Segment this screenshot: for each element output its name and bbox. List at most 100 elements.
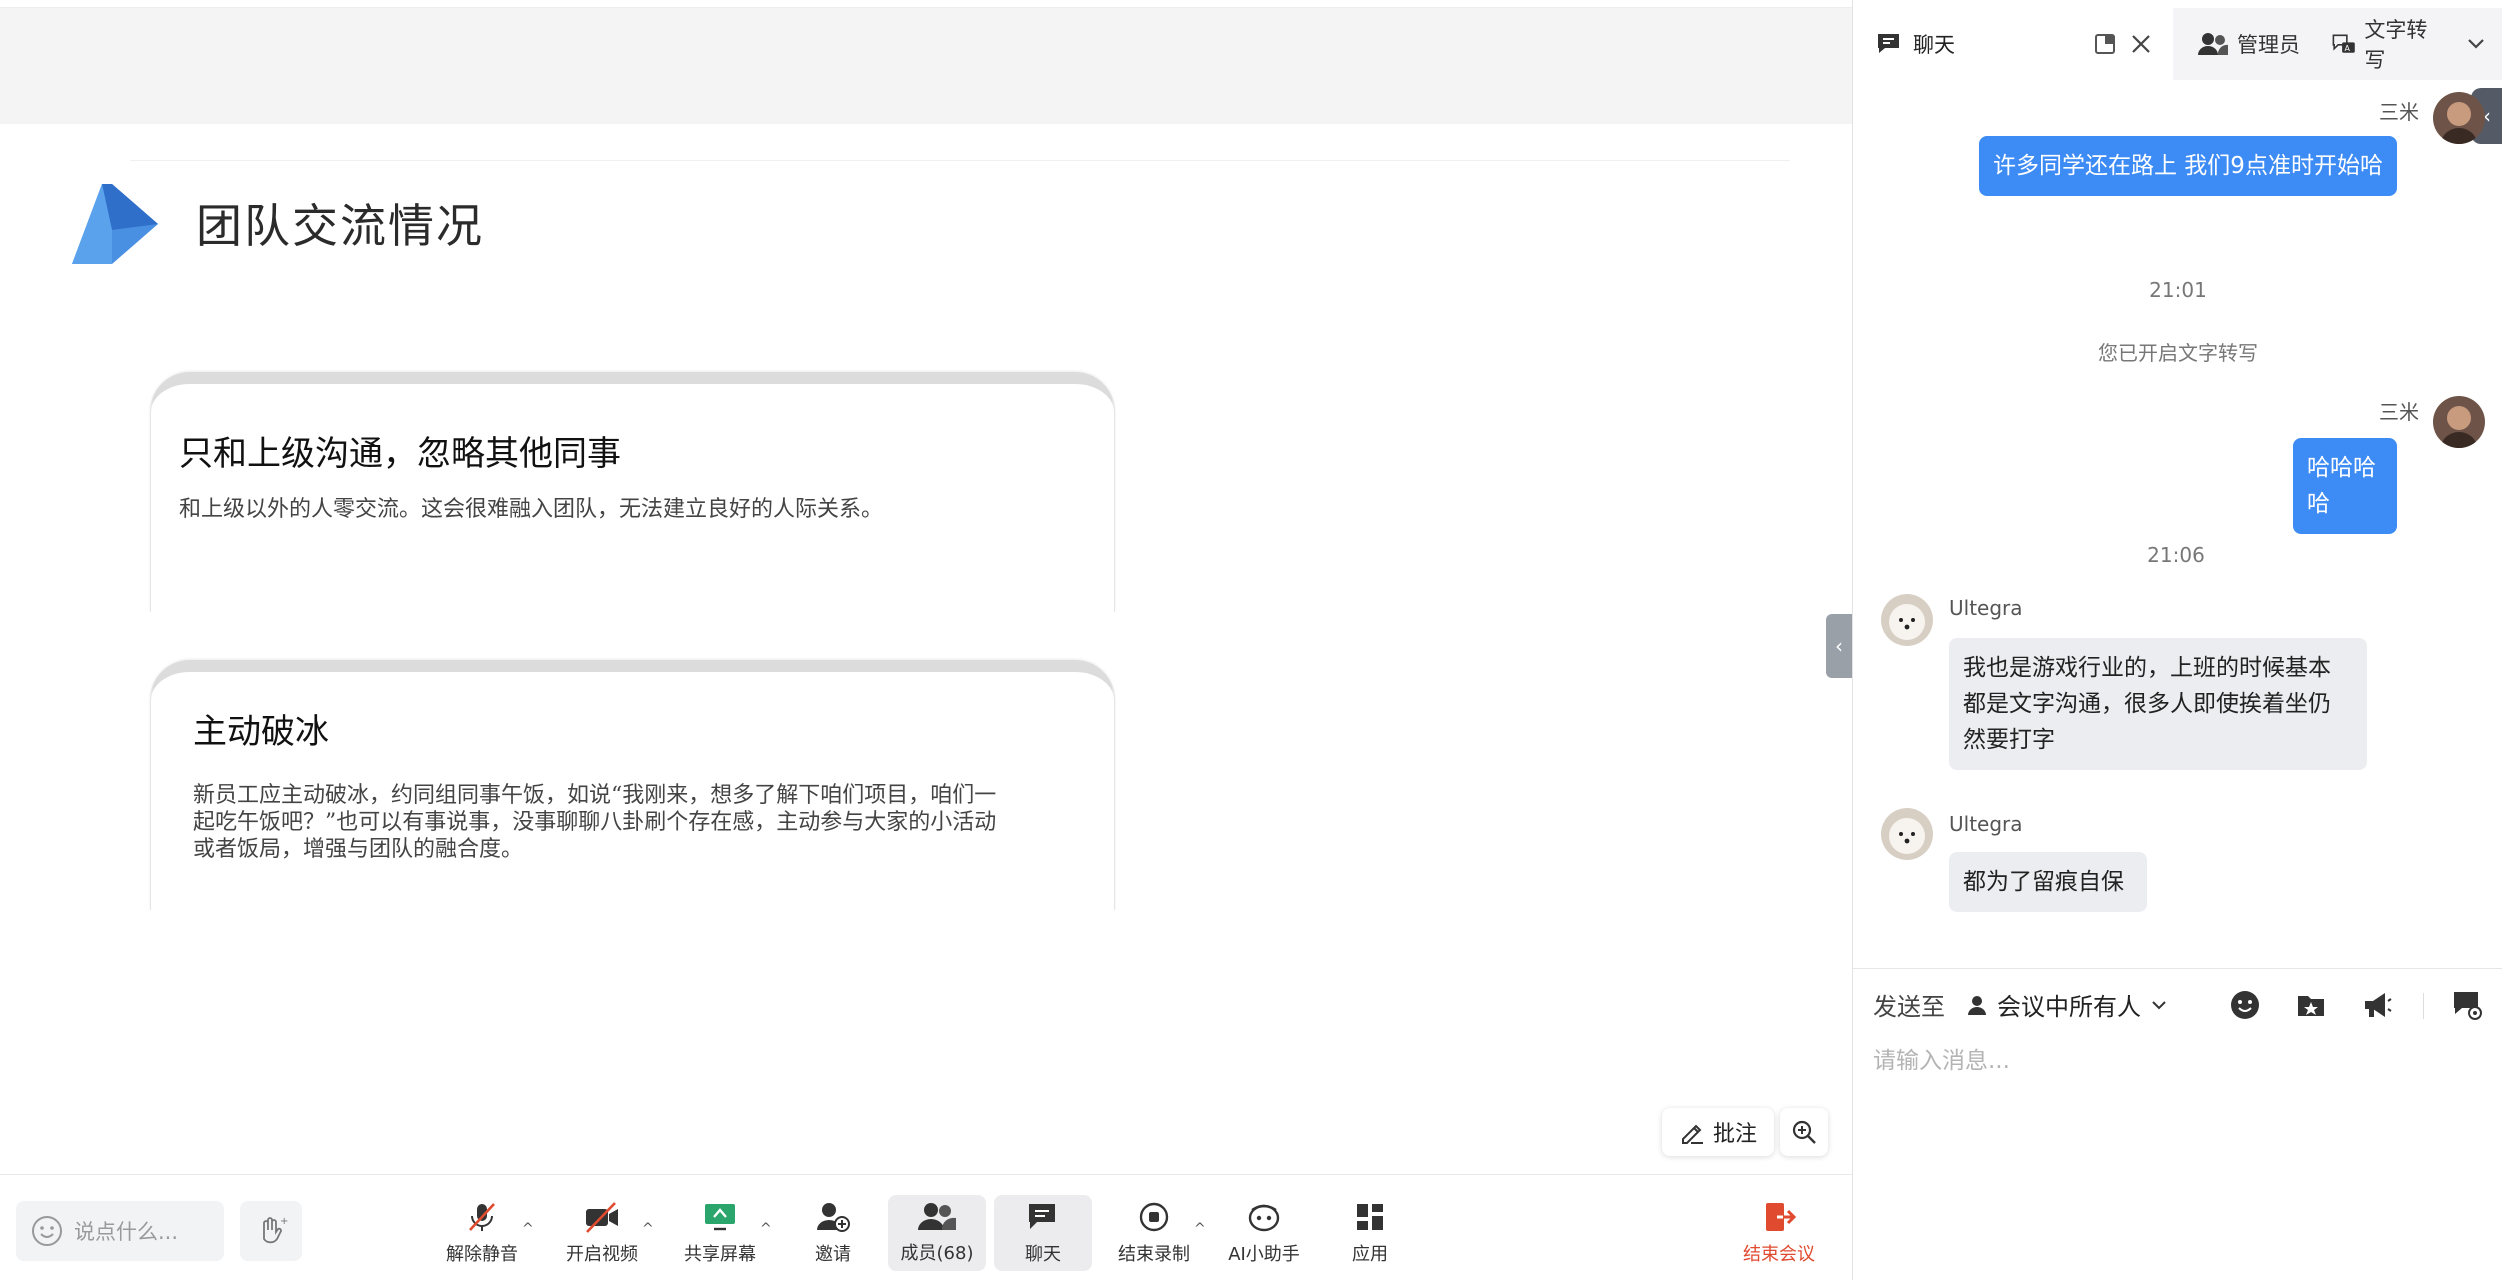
chat-icon [1878, 34, 1899, 53]
tab-manage[interactable]: 管理员 [2197, 8, 2309, 80]
tab-chat-label: 聊天 [1913, 33, 1955, 57]
chat-settings-button[interactable] [2447, 985, 2487, 1025]
folder-icon [2298, 996, 2324, 1016]
add-user-icon [817, 1203, 850, 1232]
message-sender: 三米 [2379, 400, 2419, 424]
time-separator: 21:06 [2147, 543, 2205, 567]
video-strip [0, 8, 1852, 124]
avatar[interactable] [2433, 396, 2485, 448]
transcript-icon: A [2332, 34, 2355, 53]
tab-manage-label: 管理员 [2237, 33, 2300, 57]
top-border [0, 0, 1852, 8]
avatar[interactable] [1881, 808, 1933, 860]
avatar[interactable] [2433, 92, 2485, 144]
card-text: 和上级以外的人零交流。这会很难融入团队，无法建立良好的人际关系。 [179, 497, 884, 522]
chevron-up-icon[interactable]: ^ [1194, 1221, 1206, 1237]
members-label: 成员(68) [900, 1243, 974, 1264]
svg-text:+: + [280, 1216, 288, 1227]
recipient-value: 会议中所有人 [1997, 993, 2141, 1021]
slide-card: 主动破冰 新员工应主动破冰，约同组同事午饭，如说“我刚来，想多了解下咱们项目，咱… [150, 660, 1115, 910]
members-icon [2198, 33, 2228, 55]
chevron-up-icon[interactable]: ^ [760, 1221, 772, 1237]
chat-panel: 聊天 管理员 A 文字转写 ‹ 三米 许多同学还在路上 我们9点准时开始哈 21… [1852, 0, 2502, 1280]
apps-label: 应用 [1352, 1244, 1388, 1265]
user-icon [1968, 995, 1986, 1015]
shared-slide: 团队交流情况 只和上级沟通，忽略其他同事 和上级以外的人零交流。这会很难融入团队… [0, 124, 1852, 1174]
message-input[interactable] [1873, 1041, 2483, 1081]
ai-assistant-button[interactable]: AI小助手 [1228, 1195, 1300, 1271]
chat-settings-icon [2454, 992, 2482, 1020]
end-meeting-button[interactable]: 结束会议 [1742, 1195, 1816, 1271]
chevron-down-icon[interactable] [2465, 32, 2487, 54]
members-icon [918, 1203, 956, 1230]
card-text: 新员工应主动破冰，约同组同事午饭，如说“我刚来，想多了解下咱们项目，咱们一起吃午… [193, 783, 997, 862]
slide-title: 团队交流情况 [196, 199, 484, 253]
apps-grid-icon [1357, 1204, 1383, 1230]
hand-icon: + [263, 1216, 288, 1244]
slide-logo-icon [72, 184, 158, 264]
message-bubble[interactable]: 都为了留痕自保 [1949, 852, 2147, 912]
camera-off-icon [586, 1202, 618, 1233]
avatar[interactable] [1881, 594, 1933, 646]
send-to-label: 发送至 [1873, 993, 1945, 1021]
ai-assistant-label: AI小助手 [1228, 1244, 1300, 1265]
chevron-up-icon[interactable]: ^ [522, 1221, 534, 1237]
chevron-up-icon[interactable]: ^ [642, 1221, 654, 1237]
panel-tabs: 聊天 管理员 A 文字转写 [1853, 8, 2502, 80]
close-icon[interactable] [2129, 32, 2153, 56]
megaphone-icon [2365, 993, 2392, 1017]
card-title: 只和上级沟通，忽略其他同事 [179, 434, 621, 474]
message-bubble[interactable]: 我也是游戏行业的，上班的时候基本都是文字沟通，很多人即使挨着坐仍然要打字 [1949, 638, 2367, 770]
collapse-panel-handle[interactable]: ‹ [1826, 614, 1852, 678]
record-stop-icon [1139, 1202, 1169, 1232]
share-screen-icon [705, 1204, 735, 1231]
apps-button[interactable]: 应用 [1346, 1195, 1394, 1271]
share-screen-button[interactable]: 共享屏幕 [684, 1195, 756, 1271]
invite-button[interactable]: 邀请 [806, 1195, 860, 1271]
annotate-button[interactable]: 批注 [1662, 1108, 1774, 1156]
message-bubble[interactable]: 许多同学还在路上 我们9点准时开始哈 [1979, 136, 2397, 196]
toolbar-divider [2423, 993, 2424, 1019]
exit-icon [1766, 1203, 1797, 1231]
annotate-label: 批注 [1712, 1122, 1757, 1147]
chevron-down-icon [2152, 1000, 2166, 1009]
unmute-label: 解除静音 [446, 1244, 518, 1265]
svg-text:A: A [2344, 44, 2350, 53]
zoom-in-icon [1792, 1120, 1816, 1144]
share-screen-label: 共享屏幕 [684, 1244, 756, 1265]
ai-assistant-icon [1248, 1204, 1280, 1232]
message-bubble[interactable]: 哈哈哈哈 [2293, 438, 2397, 534]
avatar-image-icon [2433, 396, 2485, 448]
chat-button[interactable]: 聊天 [994, 1195, 1092, 1271]
meeting-toolbar: 说点什么... + 解除静音 ^ 开启视频 ^ 共享屏幕 ^ 邀请 成员(68)… [0, 1174, 1852, 1280]
slide-divider [130, 160, 1790, 161]
recipient-select[interactable]: 会议中所有人 [1965, 987, 2169, 1022]
start-video-label: 开启视频 [566, 1244, 638, 1265]
file-button[interactable] [2291, 985, 2331, 1025]
shared-screen-area: 团队交流情况 只和上级沟通，忽略其他同事 和上级以外的人零交流。这会很难融入团队… [0, 0, 1852, 1280]
invite-label: 邀请 [815, 1244, 851, 1265]
unmute-button[interactable]: 解除静音 [446, 1195, 518, 1271]
message-sender: Ultegra [1949, 812, 2023, 836]
raise-hand-button[interactable]: + [240, 1201, 302, 1261]
announcement-button[interactable] [2357, 985, 2397, 1025]
microphone-muted-icon [469, 1203, 495, 1231]
start-video-button[interactable]: 开启视频 [566, 1195, 638, 1271]
pop-out-icon[interactable] [2093, 32, 2117, 56]
stop-recording-button[interactable]: 结束录制 [1118, 1195, 1190, 1271]
chevron-left-icon: ‹ [1835, 634, 1843, 658]
tab-chat[interactable]: 聊天 [1853, 8, 2173, 80]
message-sender: 三米 [2379, 100, 2419, 124]
emoji-button[interactable] [2225, 985, 2265, 1025]
dog-avatar-icon [1881, 594, 1933, 646]
chat-icon [1029, 1204, 1055, 1229]
system-notice: 您已开启文字转写 [2098, 341, 2258, 365]
say-something-input[interactable]: 说点什么... [16, 1201, 224, 1261]
dog-avatar-icon [1881, 808, 1933, 860]
zoom-in-button[interactable] [1780, 1108, 1828, 1156]
avatar-image-icon [2433, 92, 2485, 144]
tab-transcript[interactable]: A 文字转写 [2331, 8, 2431, 80]
members-button[interactable]: 成员(68) [888, 1195, 986, 1271]
chat-label: 聊天 [1025, 1244, 1061, 1265]
tab-transcript-label: 文字转写 [2364, 18, 2428, 72]
